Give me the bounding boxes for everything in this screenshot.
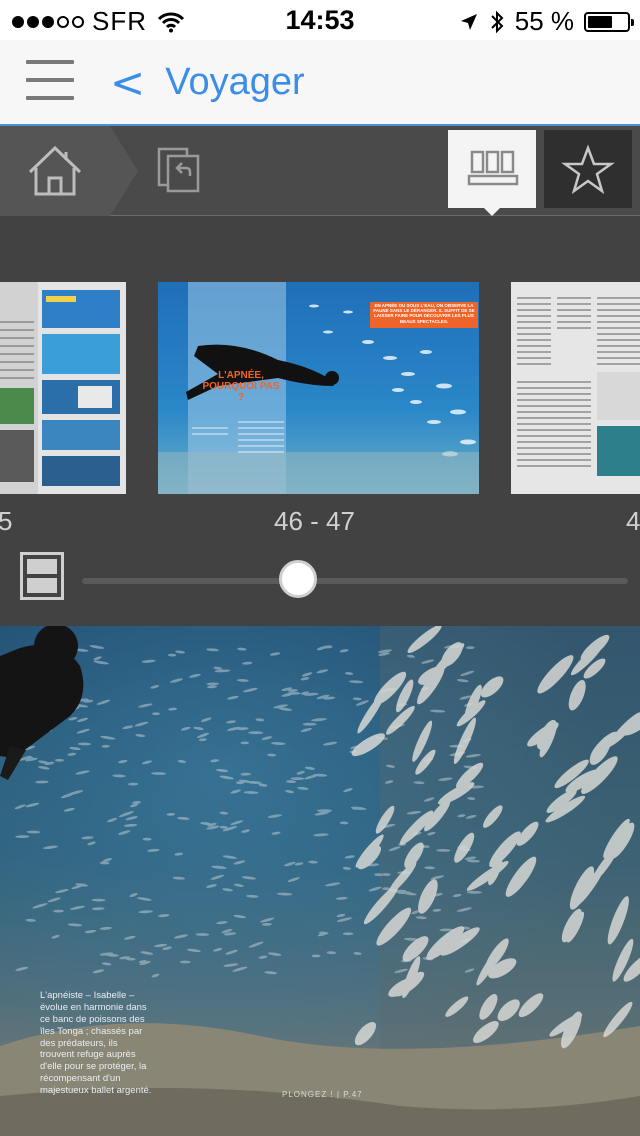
- page-slider-track[interactable]: [82, 578, 628, 584]
- thumbnail-next[interactable]: [511, 282, 640, 494]
- menu-icon[interactable]: [26, 60, 74, 104]
- page-label-next: 4: [626, 506, 640, 536]
- bluetooth-icon: [491, 10, 504, 33]
- photo-caption: L'apnéiste – Isabelle – évolue en harmon…: [40, 990, 152, 1096]
- battery-percent: 55 %: [514, 6, 574, 36]
- back-label: Voyager: [165, 61, 305, 103]
- status-bar: SFR 14:53 55 %: [0, 0, 640, 40]
- thumbnails-view-button[interactable]: [448, 130, 536, 216]
- thumbnail-banner: EN APNÉE OU SOUS L'EAU, ON OBSERVE LA FA…: [373, 303, 475, 324]
- page-content-view[interactable]: L'apnéiste – Isabelle – évolue en harmon…: [0, 626, 640, 1136]
- viewer-toolbar: [0, 126, 640, 216]
- home-icon: [28, 145, 82, 196]
- return-pages-icon[interactable]: [156, 146, 202, 194]
- thumbnail-strip: L'APNÉE, POURQUOI PAS ? EN APNÉE OU SOUS…: [0, 216, 640, 626]
- screen: SFR 14:53 55 % < Voyager L'APNÉE, POURQU…: [0, 0, 640, 1136]
- thumbnail-current[interactable]: L'APNÉE, POURQUOI PAS ? EN APNÉE OU SOUS…: [158, 282, 479, 494]
- thumbnails-icon: [467, 150, 519, 186]
- breadcrumb-arrow: [110, 126, 138, 216]
- bookmark-button[interactable]: [544, 130, 632, 208]
- thumbnail-headline: L'APNÉE, POURQUOI PAS ?: [202, 370, 280, 403]
- thumbnail-previous[interactable]: [0, 282, 126, 494]
- navigation-bar: < Voyager: [0, 40, 640, 126]
- home-button[interactable]: [0, 126, 110, 216]
- battery-icon: [584, 11, 634, 32]
- page-label-previous: 5: [0, 506, 13, 536]
- single-page-layout-icon[interactable]: [20, 552, 64, 600]
- page-label-current: 46 - 47: [274, 506, 355, 536]
- back-button[interactable]: < Voyager: [110, 58, 305, 107]
- page-slider-handle[interactable]: [279, 560, 317, 598]
- page-folio: PLONGEZ ! | P.47: [282, 1090, 363, 1099]
- location-arrow-icon: [460, 13, 477, 30]
- chevron-left-icon: <: [110, 58, 146, 107]
- star-icon: [561, 144, 615, 195]
